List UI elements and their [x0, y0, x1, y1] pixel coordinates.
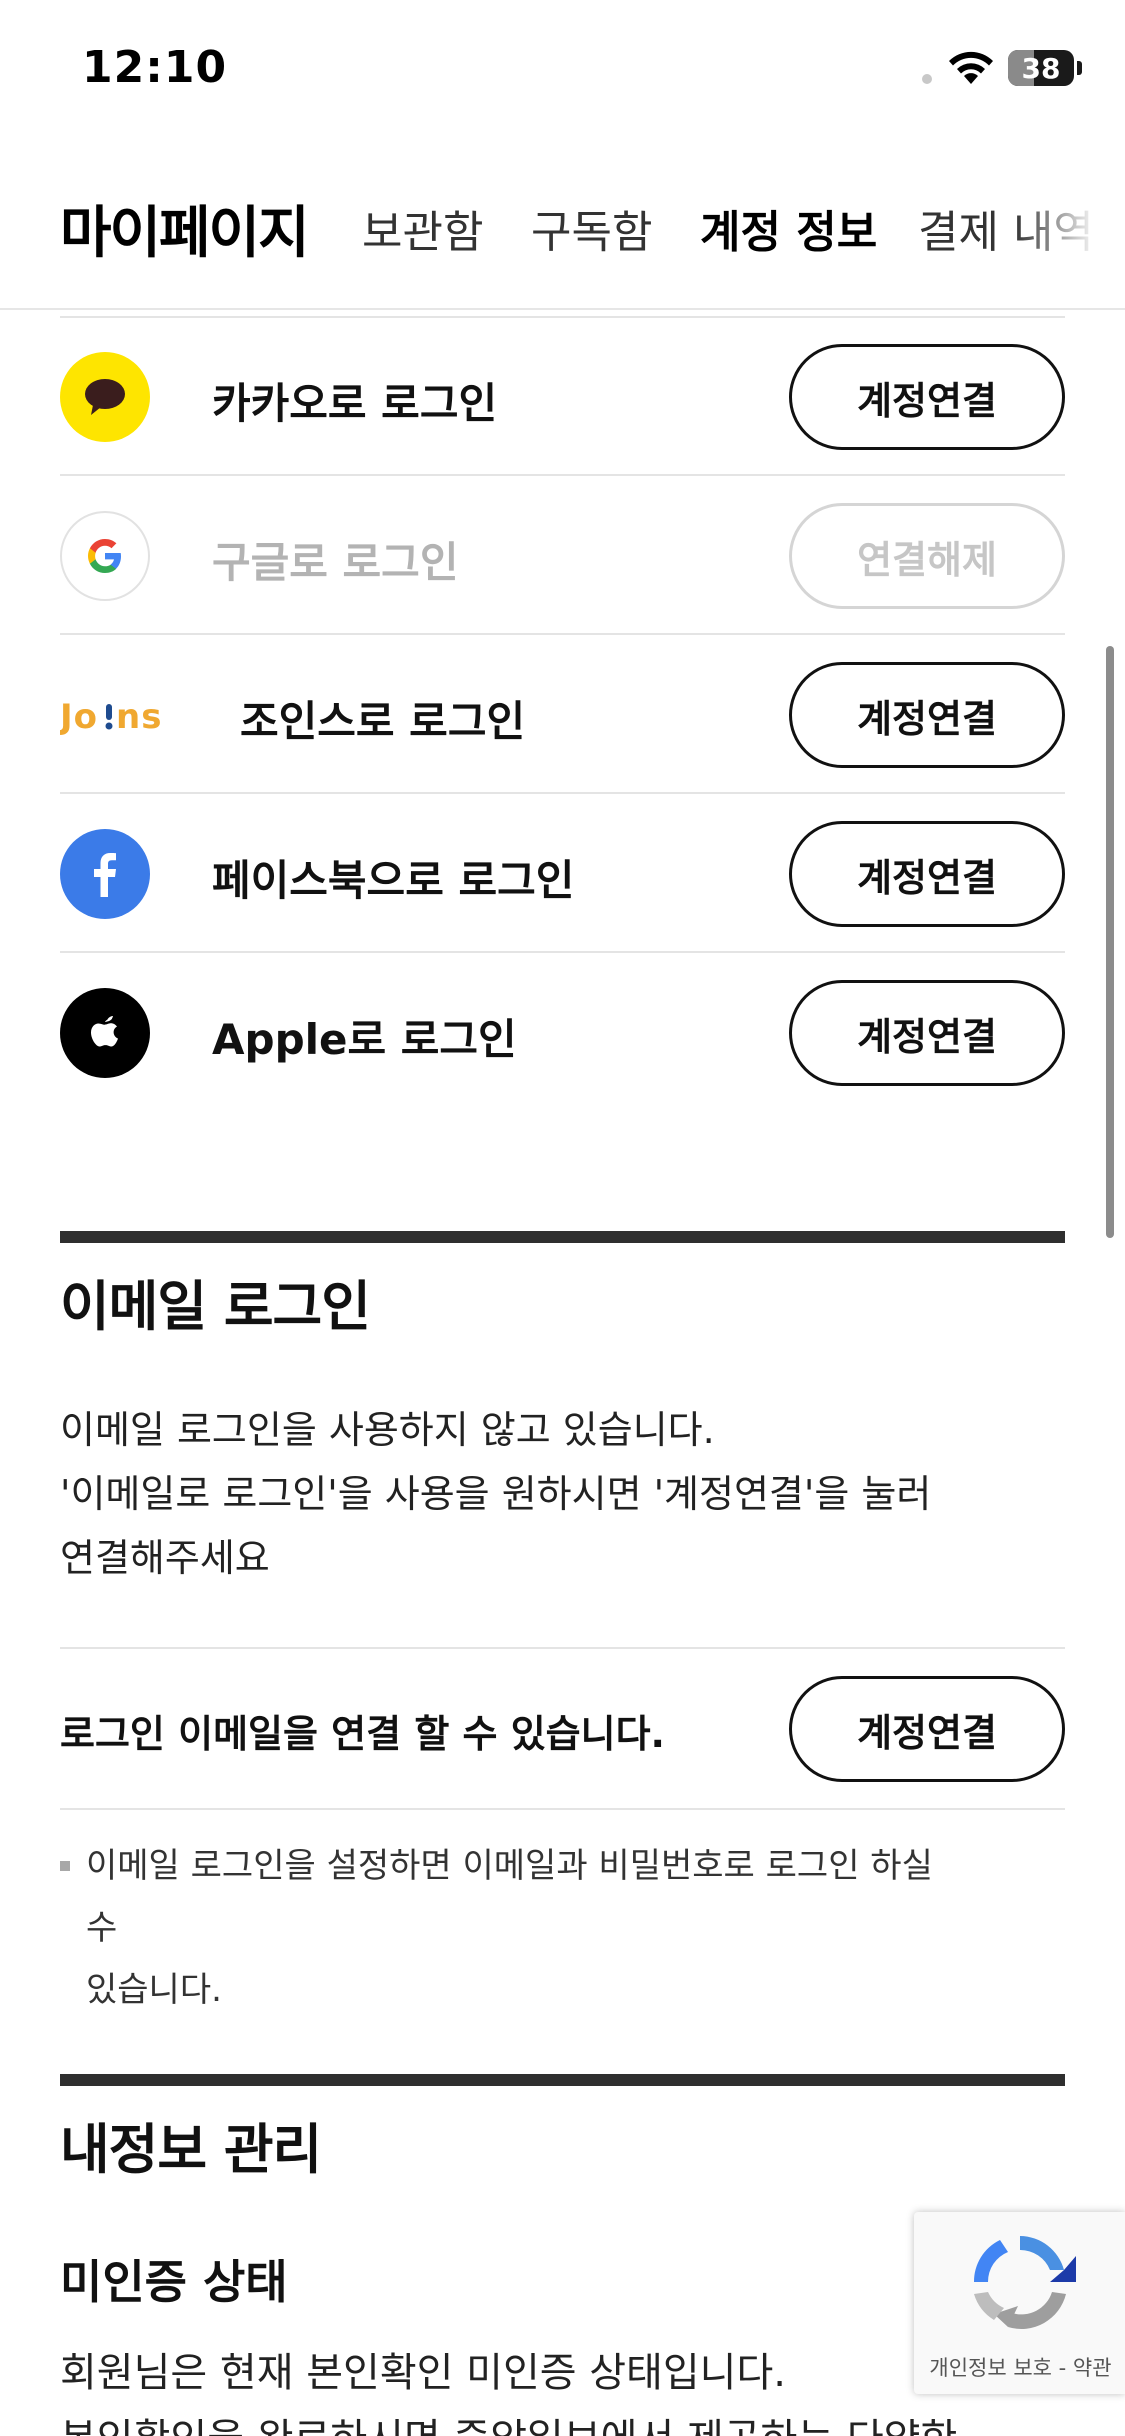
email-connect-label: 로그인 이메일을 연결 할 수 있습니다.	[60, 1712, 665, 1756]
social-login-row-google: 구글로 로그인 연결해제	[60, 477, 1065, 635]
battery-icon: 38	[1008, 50, 1074, 86]
facebook-icon	[60, 829, 150, 919]
scrollbar[interactable]	[1106, 646, 1114, 1238]
google-disconnect-button[interactable]: 연결해제	[789, 503, 1065, 609]
section-divider	[60, 1231, 1065, 1243]
battery-cap	[1077, 61, 1082, 75]
facebook-login-label: 페이스북으로 로그인	[212, 856, 575, 905]
google-login-label: 구글로 로그인	[212, 538, 459, 587]
social-login-row-apple: Apple로 로그인 계정연결	[60, 954, 1065, 1112]
recaptcha-privacy-terms[interactable]: 개인정보 보호 - 약관	[922, 2352, 1119, 2382]
privacy-indicator-dot	[922, 74, 932, 84]
status-bar: 12:10 38	[0, 0, 1125, 140]
top-navigation: 마이페이지 보관함 구독함 계정 정보 결제 내역	[0, 140, 1125, 310]
tab-subscriptions[interactable]: 구독함	[531, 196, 652, 260]
google-icon	[60, 511, 150, 601]
email-login-description: 이메일 로그인을 사용하지 않고 있습니다. '이메일로 로그인'을 사용을 원…	[60, 1398, 931, 1590]
bullet-icon	[60, 1861, 70, 1871]
email-login-title: 이메일 로그인	[60, 1275, 371, 1338]
kakao-login-label: 카카오로 로그인	[212, 379, 498, 428]
battery-level: 38	[1021, 52, 1061, 85]
tab-archive[interactable]: 보관함	[362, 196, 483, 260]
joins-connect-button[interactable]: 계정연결	[789, 662, 1065, 768]
status-time: 12:10	[82, 42, 228, 93]
facebook-connect-button[interactable]: 계정연결	[789, 821, 1065, 927]
verification-status-text: 회원님은 현재 본인확인 미인증 상태입니다. 본인확인을 완료하시면 중앙일보…	[60, 2340, 957, 2436]
text-line: 회원님은 현재 본인확인 미인증 상태입니다.	[60, 2350, 786, 2396]
recaptcha-badge[interactable]: 개인정보 보호 - 약관	[914, 2212, 1125, 2394]
joins-login-label: 조인스로 로그인	[240, 697, 526, 746]
svg-text:Jo: Jo	[60, 697, 98, 737]
profile-management-title: 내정보 관리	[60, 2118, 322, 2181]
email-login-note: 이메일 로그인을 설정하면 이메일과 비밀번호로 로그인 하실 수 있습니다.	[60, 1835, 960, 2021]
section-divider	[60, 2074, 1065, 2086]
verification-status-title: 미인증 상태	[60, 2255, 288, 2309]
description-line: '이메일로 로그인'을 사용을 원하시면 '계정연결'을 눌러	[60, 1472, 932, 1516]
text-line: 본인확인을 완료하시면 중앙일보에서 제공하는 다양한	[60, 2406, 957, 2436]
recaptcha-icon	[973, 2236, 1076, 2329]
svg-text:ns: ns	[116, 697, 162, 737]
social-login-row-joins: Jo ns 조인스로 로그인 계정연결	[58, 636, 1065, 794]
joins-icon: Jo ns	[58, 692, 178, 738]
apple-login-label: Apple로 로그인	[212, 1015, 517, 1064]
page-title[interactable]: 마이페이지	[60, 188, 310, 269]
description-line: 이메일 로그인을 사용하지 않고 있습니다.	[60, 1408, 715, 1452]
note-line: 있습니다.	[86, 1970, 222, 2010]
apple-connect-button[interactable]: 계정연결	[789, 980, 1065, 1086]
apple-icon	[60, 988, 150, 1078]
note-line: 이메일 로그인을 설정하면 이메일과 비밀번호로 로그인 하실 수	[86, 1846, 933, 1948]
divider	[60, 1808, 1065, 1810]
nav-fade-overlay	[1015, 140, 1125, 308]
divider	[60, 1647, 1065, 1649]
kakao-icon	[60, 352, 150, 442]
tab-account-info[interactable]: 계정 정보	[700, 196, 877, 260]
social-login-row-kakao: 카카오로 로그인 계정연결	[60, 318, 1065, 476]
description-line: 연결해주세요	[60, 1536, 270, 1580]
kakao-connect-button[interactable]: 계정연결	[789, 344, 1065, 450]
social-login-row-facebook: 페이스북으로 로그인 계정연결	[60, 795, 1065, 953]
wifi-icon	[949, 51, 993, 84]
email-connect-button[interactable]: 계정연결	[789, 1676, 1065, 1782]
